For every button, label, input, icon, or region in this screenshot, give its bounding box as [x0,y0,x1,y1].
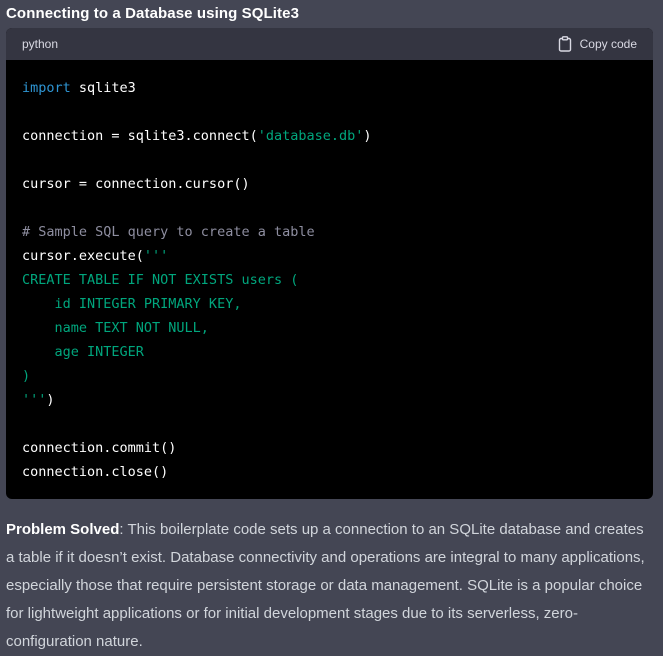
code-token: ) [22,368,31,384]
clipboard-icon [558,36,572,52]
code-token: ) [46,392,55,408]
code-language-label: python [22,37,59,51]
code-header: python Copy code [6,28,653,60]
code-token: ''' [143,248,169,264]
code-token: connection = sqlite3.connect( [22,128,258,144]
code-line: age INTEGER [22,340,637,364]
description-paragraph: Problem Solved: This boilerplate code se… [6,516,656,656]
code-token: connection.commit() [22,440,177,456]
code-line: connection.commit() [22,436,637,460]
section-heading: Connecting to a Database using SQLite3 [6,5,300,22]
code-content: import sqlite3 connection = sqlite3.conn… [22,76,637,484]
code-token: name TEXT NOT NULL, [22,320,209,336]
code-line: ''') [22,388,637,412]
code-token: CREATE TABLE IF NOT EXISTS users ( [22,272,299,288]
code-token: age INTEGER [22,344,144,360]
code-line: name TEXT NOT NULL, [22,316,637,340]
code-token: cursor.execute( [22,248,144,264]
code-block: python Copy code import sqlite3 connecti… [6,28,653,499]
code-token: sqlite3 [70,80,136,96]
code-token: import [22,80,71,96]
code-line: connection = sqlite3.connect('database.d… [22,124,637,148]
code-token: ''' [22,392,47,408]
description-text: : This boilerplate code sets up a connec… [6,521,645,650]
code-line: # Sample SQL query to create a table [22,220,637,244]
code-line: CREATE TABLE IF NOT EXISTS users ( [22,268,637,292]
code-line: id INTEGER PRIMARY KEY, [22,292,637,316]
description-bold-label: Problem Solved [6,521,120,538]
copy-code-label: Copy code [579,37,637,51]
code-line: connection.close() [22,460,637,484]
code-token: connection.close() [22,464,169,480]
code-token: id INTEGER PRIMARY KEY, [22,296,242,312]
code-line: ) [22,364,637,388]
code-token: 'database.db' [257,128,364,144]
code-token: cursor = connection.cursor() [22,176,250,192]
code-token: # Sample SQL query to create a table [22,224,315,240]
code-line: cursor = connection.cursor() [22,172,637,196]
code-token: ) [363,128,372,144]
code-body: import sqlite3 connection = sqlite3.conn… [6,60,653,484]
code-line: import sqlite3 [22,76,637,100]
copy-code-button[interactable]: Copy code [558,36,637,52]
code-line: cursor.execute(''' [22,244,637,268]
